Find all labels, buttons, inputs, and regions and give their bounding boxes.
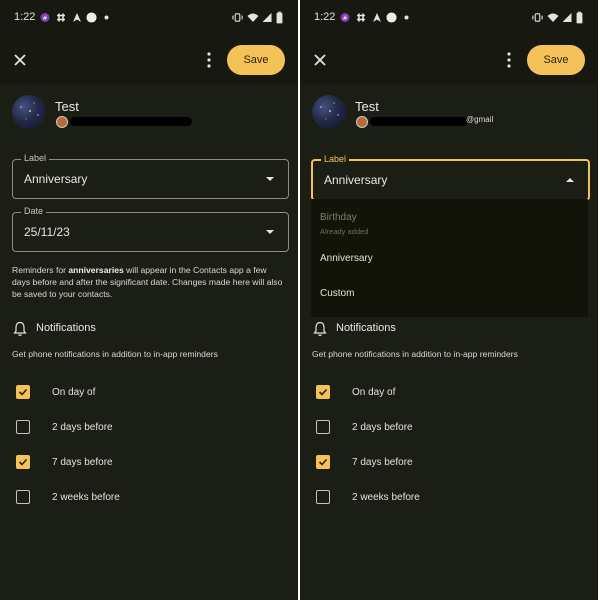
checkmark-icon bbox=[18, 458, 28, 466]
reminder-checkbox-2-days-before[interactable] bbox=[316, 420, 330, 434]
bell-icon bbox=[313, 321, 327, 337]
cell-signal-icon bbox=[562, 13, 572, 22]
notifications-heading: Notifications bbox=[336, 322, 396, 334]
reminder-checkbox-7-days-before[interactable] bbox=[316, 455, 330, 469]
vibrate-icon bbox=[532, 13, 543, 22]
label-dropdown-field[interactable]: Label Anniversary bbox=[311, 154, 590, 201]
more-notifications-dot-icon bbox=[404, 15, 409, 20]
dropdown-option-subtext: Already added bbox=[320, 227, 369, 236]
battery-icon bbox=[576, 11, 583, 24]
reminder-label: 2 days before bbox=[52, 422, 113, 433]
navigation-arrow-icon bbox=[73, 13, 81, 22]
dropdown-option-custom[interactable]: Custom bbox=[320, 288, 354, 299]
more-notifications-dot-icon bbox=[104, 15, 109, 20]
contact-name: Test bbox=[355, 99, 379, 114]
dropdown-arrow-icon bbox=[266, 230, 274, 234]
dropdown-option-birthday: Birthday bbox=[320, 212, 357, 223]
reminder-checkbox-on-day-of[interactable] bbox=[16, 385, 30, 399]
reminder-checkbox-2-weeks-before[interactable] bbox=[16, 490, 30, 504]
info-text-part1: Reminders for bbox=[12, 265, 69, 275]
svg-text:#: # bbox=[42, 15, 47, 22]
reminder-info-text: Reminders for anniversaries will appear … bbox=[12, 264, 284, 300]
circle-app-icon bbox=[86, 12, 97, 23]
checkmark-icon bbox=[18, 388, 28, 396]
account-avatar bbox=[356, 116, 368, 128]
label-field-legend: Label bbox=[321, 154, 350, 164]
account-avatar bbox=[56, 116, 68, 128]
reminder-label: 7 days before bbox=[352, 457, 413, 468]
contact-avatar bbox=[12, 95, 46, 129]
reminder-checkbox-on-day-of[interactable] bbox=[316, 385, 330, 399]
notifications-description: Get phone notifications in addition to i… bbox=[312, 349, 518, 359]
svg-text:#: # bbox=[342, 15, 347, 22]
reminder-label: 2 days before bbox=[352, 422, 413, 433]
notifications-heading: Notifications bbox=[36, 322, 96, 334]
info-text-bold: anniversaries bbox=[68, 265, 124, 275]
wifi-icon bbox=[547, 13, 559, 22]
contact-avatar bbox=[312, 95, 346, 129]
reminder-label: On day of bbox=[52, 387, 96, 398]
dropdown-arrow-up-icon bbox=[566, 178, 574, 182]
label-dropdown-menu: Birthday Already added Anniversary Custo… bbox=[311, 199, 588, 317]
checkmark-icon bbox=[318, 388, 328, 396]
battery-icon bbox=[276, 11, 283, 24]
date-field-value: 25/11/23 bbox=[24, 225, 70, 239]
label-field-value: Anniversary bbox=[324, 173, 388, 187]
status-bar: 1:22 # bbox=[0, 0, 298, 36]
navigation-arrow-icon bbox=[373, 13, 381, 22]
reminder-label: 7 days before bbox=[52, 457, 113, 468]
notifications-description: Get phone notifications in addition to i… bbox=[12, 349, 218, 359]
phone-screen-edit-event: 1:22 # Save Test Label Anniversary Date … bbox=[0, 0, 298, 600]
reminder-label: 2 weeks before bbox=[52, 492, 120, 503]
status-time: 1:22 bbox=[314, 11, 336, 23]
notification-app-icon: # bbox=[340, 13, 350, 22]
label-dropdown-field[interactable]: Label Anniversary bbox=[12, 153, 289, 199]
slack-icon bbox=[57, 13, 65, 22]
bell-icon bbox=[13, 321, 27, 337]
top-app-bar: Save bbox=[300, 36, 598, 84]
top-app-bar: Save bbox=[0, 36, 298, 84]
redacted-email bbox=[70, 117, 192, 126]
dropdown-arrow-icon bbox=[266, 177, 274, 181]
circle-app-icon bbox=[386, 12, 397, 23]
reminder-label: 2 weeks before bbox=[352, 492, 420, 503]
phone-screen-label-dropdown-open: 1:22 # Save Test @gmail Label Anniversar… bbox=[300, 0, 598, 600]
notification-app-icon: # bbox=[40, 13, 50, 22]
email-fragment: @gmail bbox=[466, 115, 494, 124]
label-field-legend: Label bbox=[21, 153, 50, 163]
save-button[interactable]: Save bbox=[227, 45, 285, 75]
contact-name: Test bbox=[55, 99, 79, 114]
slack-icon bbox=[357, 13, 365, 22]
save-button[interactable]: Save bbox=[527, 45, 585, 75]
starry-avatar-image bbox=[20, 102, 39, 120]
cell-signal-icon bbox=[262, 13, 272, 22]
reminder-checkbox-2-days-before[interactable] bbox=[16, 420, 30, 434]
date-field-legend: Date bbox=[21, 206, 47, 216]
more-options-icon[interactable] bbox=[202, 50, 216, 70]
more-options-icon[interactable] bbox=[502, 50, 516, 70]
close-icon[interactable] bbox=[310, 50, 330, 70]
vibrate-icon bbox=[232, 13, 243, 22]
date-field[interactable]: Date 25/11/23 bbox=[12, 206, 289, 252]
label-field-value: Anniversary bbox=[24, 172, 88, 186]
dropdown-option-anniversary[interactable]: Anniversary bbox=[320, 253, 373, 264]
status-bar: 1:22 # bbox=[300, 0, 598, 36]
wifi-icon bbox=[247, 13, 259, 22]
checkmark-icon bbox=[318, 458, 328, 466]
reminder-checkbox-2-weeks-before[interactable] bbox=[316, 490, 330, 504]
status-time: 1:22 bbox=[14, 11, 36, 23]
reminder-checkbox-7-days-before[interactable] bbox=[16, 455, 30, 469]
starry-avatar-image bbox=[320, 102, 339, 120]
reminder-label: On day of bbox=[352, 387, 396, 398]
close-icon[interactable] bbox=[10, 50, 30, 70]
redacted-email bbox=[370, 117, 468, 126]
